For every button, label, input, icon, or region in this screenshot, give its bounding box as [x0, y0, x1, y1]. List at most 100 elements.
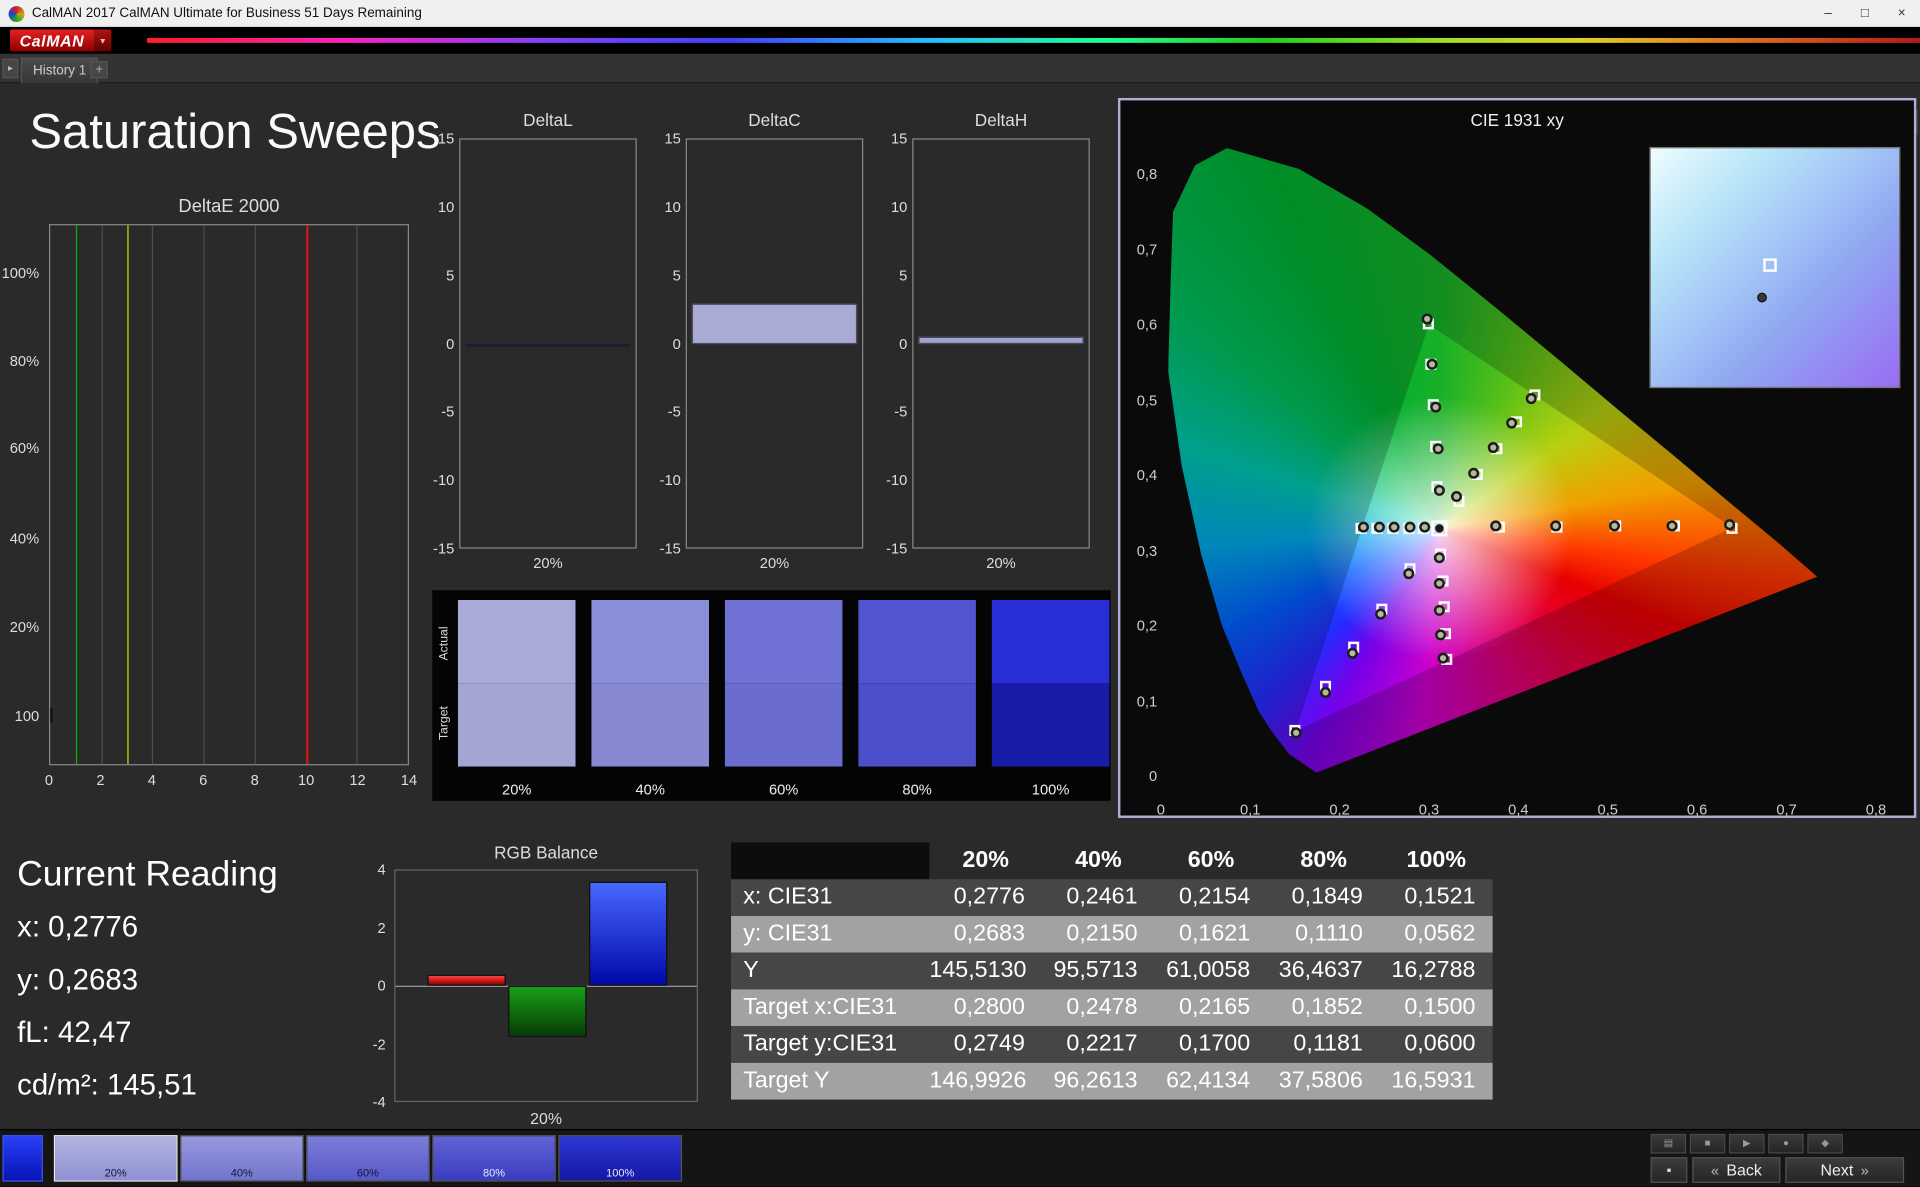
table-row: Target y:CIE31 0,2749 0,2217 0,1700 0,11… — [731, 1026, 1493, 1063]
dc-tick: -5 — [441, 403, 454, 420]
cie-yt: 0,3 — [1137, 542, 1157, 559]
chart-plot — [459, 138, 637, 548]
target-color — [858, 683, 976, 766]
pt-c — [1468, 467, 1479, 478]
next-label: Next — [1821, 1161, 1854, 1179]
patch-button-40[interactable]: 40% — [180, 1135, 304, 1182]
x-axis-label: 20% — [686, 555, 864, 572]
deltah-chart: DeltaH 151050-5-10-15 20% — [880, 110, 1094, 575]
patch-button-80[interactable]: 80% — [432, 1135, 556, 1182]
x-axis-label: 20% — [912, 555, 1090, 572]
read-single-button[interactable]: ▪ — [1651, 1157, 1688, 1183]
pt-c — [1609, 520, 1620, 531]
rgb-bar — [589, 882, 667, 986]
de-ylab: 20% — [10, 618, 39, 635]
next-button[interactable]: Next » — [1785, 1157, 1904, 1183]
dc-tick: 0 — [673, 335, 681, 352]
deltae-ylabels: 100%80%60%40%20%100 — [0, 224, 45, 765]
current-reading-title: Current Reading — [17, 855, 278, 895]
rgb-tick: 0 — [378, 977, 386, 994]
dc-tick: -15 — [660, 540, 681, 557]
cie-xt: 0,7 — [1776, 801, 1796, 818]
dc-tick: -5 — [668, 403, 681, 420]
de-xlab: 6 — [199, 771, 207, 788]
rgb-tick: 2 — [378, 919, 386, 936]
actual-color — [458, 600, 576, 683]
measurement-table: 20% 40% 60% 80% 100% x: CIE31 0,2776 0,2… — [731, 842, 1493, 1099]
patch-button-60[interactable]: 60% — [306, 1135, 430, 1182]
actual-color — [992, 600, 1110, 683]
pt-c — [1430, 401, 1441, 412]
play-button[interactable]: ▶ — [1729, 1134, 1765, 1154]
app-icon — [9, 6, 25, 22]
reading-y: y: 0,2683 — [17, 964, 138, 998]
table-row: Target x:CIE31 0,2800 0,2478 0,2165 0,18… — [731, 989, 1493, 1026]
calman-logo-menu[interactable]: CalMAN ▾ — [10, 29, 111, 51]
de-grid — [255, 225, 256, 764]
dc-tick: 5 — [899, 267, 907, 284]
dc-tick: -5 — [894, 403, 907, 420]
table-corner-cell — [731, 842, 929, 879]
maximize-button[interactable]: □ — [1847, 0, 1884, 27]
stop-button[interactable]: ■ — [1690, 1134, 1726, 1154]
de-xlab: 0 — [45, 771, 53, 788]
capture-button[interactable]: ▤ — [1651, 1134, 1687, 1154]
patch-button-100[interactable]: 100% — [558, 1135, 682, 1182]
pt-c — [1434, 552, 1445, 563]
chart-bar — [465, 343, 630, 346]
add-tab-button[interactable]: + — [91, 61, 108, 78]
dc-tick: 10 — [664, 198, 680, 215]
swatch-80: 80% — [858, 600, 976, 767]
history-expand-button[interactable]: ▸ — [2, 59, 18, 79]
y-axis-ticks: 151050-5-10-15 — [427, 138, 456, 548]
chart-title: DeltaL — [459, 110, 637, 130]
deltal-chart: DeltaL 151050-5-10-15 20% — [427, 110, 641, 575]
cie-xt: 0,6 — [1687, 801, 1707, 818]
close-button[interactable]: × — [1883, 0, 1920, 27]
table-row: x: CIE31 0,2776 0,2461 0,2154 0,1849 0,1… — [731, 879, 1493, 916]
cie-xt: 0 — [1157, 801, 1165, 818]
pt-c — [1421, 314, 1432, 325]
target-color — [591, 683, 709, 766]
pt-c — [1403, 568, 1414, 579]
calman-logo: CalMAN — [10, 29, 94, 51]
swatch-60: 60% — [725, 600, 843, 767]
rgb-tick: -2 — [373, 1035, 386, 1052]
back-button[interactable]: « Back — [1692, 1157, 1780, 1183]
reading-cdm2: cd/m²: 145,51 — [17, 1069, 197, 1103]
rgb-tick: 4 — [378, 861, 386, 878]
tab-history-1[interactable]: History 1 — [21, 58, 99, 84]
de-xlab: 2 — [96, 771, 104, 788]
table-row: Target Y 146,9926 96,2613 62,4134 37,580… — [731, 1063, 1493, 1100]
rainbow-gradient — [147, 38, 1920, 43]
de-ylab: 100% — [2, 264, 40, 281]
cie-xt: 0,3 — [1419, 801, 1439, 818]
back-chevron-icon: « — [1711, 1161, 1719, 1178]
record-button[interactable]: ● — [1768, 1134, 1804, 1154]
chart-plot — [912, 138, 1090, 548]
de-grid — [152, 225, 153, 764]
de-grid — [203, 225, 204, 764]
deltac-chart: DeltaC 151050-5-10-15 20% — [654, 110, 868, 575]
minimize-button[interactable]: – — [1810, 0, 1847, 27]
chart-title: RGB Balance — [394, 842, 698, 862]
dc-tick: 15 — [891, 130, 907, 147]
cie-xaxis: 00,10,20,30,40,50,60,70,8 — [1161, 801, 1920, 818]
y-axis-ticks: 151050-5-10-15 — [880, 138, 909, 548]
measured-marker-icon — [1757, 293, 1767, 303]
chart-plot — [686, 138, 864, 548]
de-ylab: 60% — [10, 440, 39, 457]
pt-c — [1320, 687, 1331, 698]
cie-yt: 0 — [1149, 768, 1157, 785]
dc-tick: -15 — [886, 540, 907, 557]
actual-color — [591, 600, 709, 683]
x-axis-label: 20% — [394, 1109, 698, 1127]
chart-title: DeltaC — [686, 110, 864, 130]
target-marker-icon — [1763, 258, 1776, 271]
target-color — [458, 683, 576, 766]
save-button[interactable]: ◆ — [1807, 1134, 1843, 1154]
patch-button-20[interactable]: 20% — [54, 1135, 178, 1182]
de-ylab: 100 — [15, 707, 40, 724]
rgb-plot — [394, 869, 698, 1102]
dc-tick: 0 — [899, 335, 907, 352]
